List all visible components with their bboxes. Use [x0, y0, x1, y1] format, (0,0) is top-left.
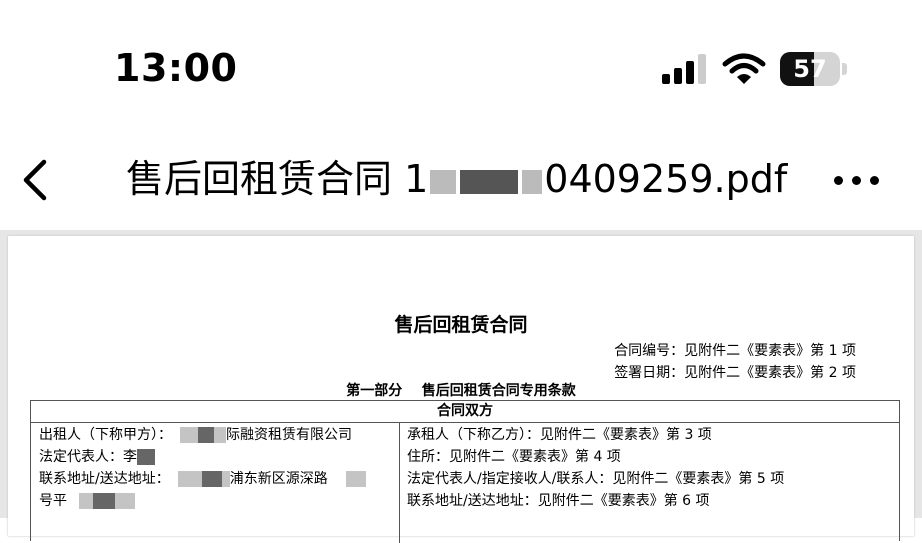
redaction [137, 449, 155, 465]
lessee-rep-cell: 法定代表人/指定接收人/联系人：见附件二《要素表》第 5 项 [407, 471, 785, 487]
redaction [460, 169, 519, 194]
redaction [198, 427, 214, 443]
document-title-prefix: 售后回租赁合同 1 [126, 157, 429, 201]
back-button[interactable] [16, 154, 56, 206]
redaction [221, 471, 230, 487]
part-heading: 第一部分 售后回租赁合同专用条款 [346, 383, 576, 399]
contract-number: 合同编号：见附件二《要素表》第 1 项 [614, 343, 856, 359]
residence-cell: 住所：见附件二《要素表》第 4 项 [407, 449, 621, 465]
redaction [93, 493, 115, 509]
lessee-address-cell: 联系地址/送达地址：见附件二《要素表》第 6 项 [407, 493, 710, 509]
more-options-button[interactable] [830, 160, 884, 200]
lessor-cell: 出租人（下称甲方）： 际融资租赁有限公司 [39, 427, 352, 443]
document-title: 售后回租赁合同 1 0409259.pdf [126, 154, 787, 204]
address-cell-cont: 号平 [39, 490, 135, 512]
battery-icon: 57 [780, 52, 848, 86]
column-divider [399, 423, 400, 543]
chevron-left-icon [23, 159, 47, 201]
redaction [214, 427, 226, 443]
redaction [345, 471, 366, 487]
nav-bar: 售后回租赁合同 1 0409259.pdf [0, 140, 922, 220]
table-header: 合同双方 [31, 401, 899, 423]
pdf-page: 售后回租赁合同 合同编号：见附件二《要素表》第 1 项 签署日期：见附件二《要素… [8, 236, 914, 543]
lessee-cell: 承租人（下称乙方）：见附件二《要素表》第 3 项 [407, 427, 712, 443]
redaction [177, 471, 202, 487]
contract-title: 售后回租赁合同 [394, 314, 528, 336]
sign-date: 签署日期：见附件二《要素表》第 2 项 [614, 365, 856, 381]
redaction [522, 169, 543, 194]
parties-table: 合同双方 出租人（下称甲方）： 际融资租赁有限公司 法定代表人：李 联系地址/送达… [30, 400, 900, 543]
redaction [180, 427, 198, 443]
redaction [79, 493, 93, 509]
redaction [115, 493, 135, 509]
more-icon [834, 176, 843, 185]
address-cell: 联系地址/送达地址： 浦东新区源深路 [39, 468, 366, 490]
redaction [201, 471, 222, 487]
cellular-signal-icon [662, 54, 708, 84]
status-time: 13:00 [114, 46, 238, 90]
legal-rep-cell: 法定代表人：李 [39, 446, 155, 468]
document-title-suffix: 0409259.pdf [544, 157, 788, 201]
battery-level: 57 [793, 55, 827, 83]
wifi-icon [722, 52, 766, 86]
redaction [430, 169, 457, 194]
status-bar: 13:00 57 [0, 0, 922, 130]
pdf-viewer[interactable]: 售后回租赁合同 合同编号：见附件二《要素表》第 1 项 签署日期：见附件二《要素… [0, 230, 922, 543]
